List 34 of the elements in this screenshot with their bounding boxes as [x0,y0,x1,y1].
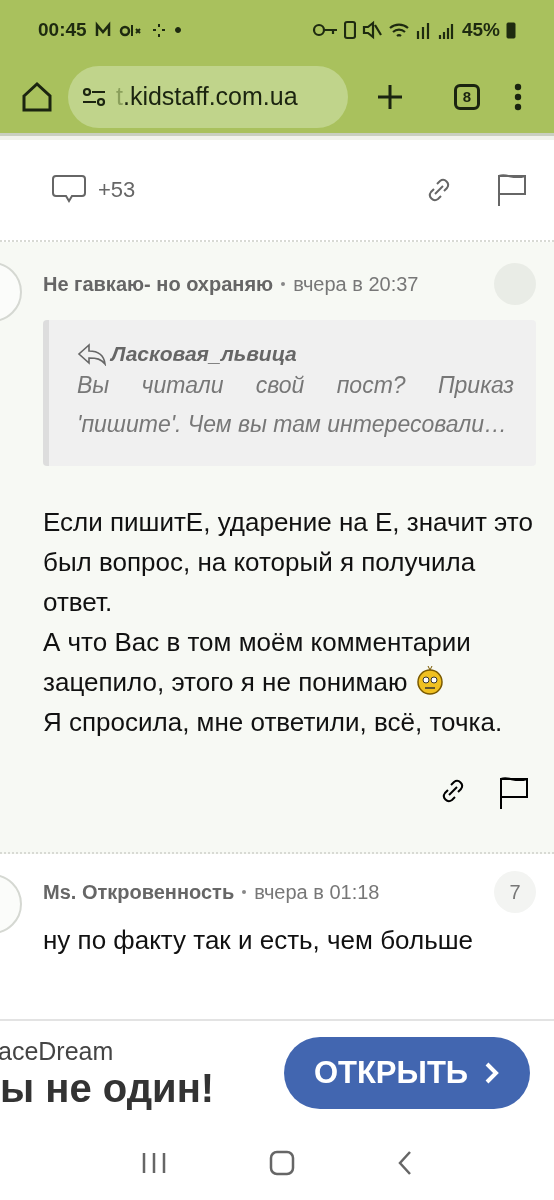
back-icon[interactable] [397,1149,413,1176]
comment-time: вчера в 01:18 [254,880,381,904]
home-nav-icon[interactable] [269,1149,295,1176]
dot-icon [174,27,181,33]
site-settings-icon [82,86,106,107]
ad-headline: ы не один! [0,1065,215,1110]
comment-number: 7 [494,871,536,913]
battery-icon [506,21,516,39]
status-time: 00:45 [38,19,87,41]
mail-icon [94,21,111,39]
mute-icon [361,19,382,41]
sparkle-icon [150,21,167,39]
comment-text: ну по факту так и есть, чем больше [43,924,474,957]
new-tab-button[interactable] [376,82,404,111]
comment-author[interactable]: Ms. Откровенность [43,880,235,904]
comment-author[interactable]: Не гавкаю- но охраняю [43,272,274,296]
battery-percentage: 45% [461,19,500,41]
quote-author: Ласковая_львица [111,342,297,366]
flag-icon[interactable] [498,776,530,810]
comment-text: Если пишитЕ, ударение на Е, значит это был вопрос, на который я получила ответ. [43,506,534,619]
reply-icon [77,342,107,366]
recent-apps-icon[interactable] [141,1150,167,1175]
comment-time: вчера в 20:37 [293,272,420,296]
smiley-icon [414,665,445,695]
comment-count: +53 [98,177,137,203]
comment-text: Я спросила, мне ответили, всё, точка. [43,706,504,739]
menu-button[interactable] [514,82,522,111]
home-button[interactable] [20,79,54,114]
battery-saver-icon [343,19,356,41]
open-button[interactable]: ОТКРЫТЬ [284,1037,530,1109]
quote-text: Вы читали свой пост? Приказ 'пишите'. Чем вы там интересовали… [77,371,514,439]
comment-text: А что Вас в том моём комментарии зацепило, этого я не понимаю [43,626,472,699]
tab-count-button[interactable]: 8 [454,83,480,110]
chevron-icon [484,1061,501,1085]
